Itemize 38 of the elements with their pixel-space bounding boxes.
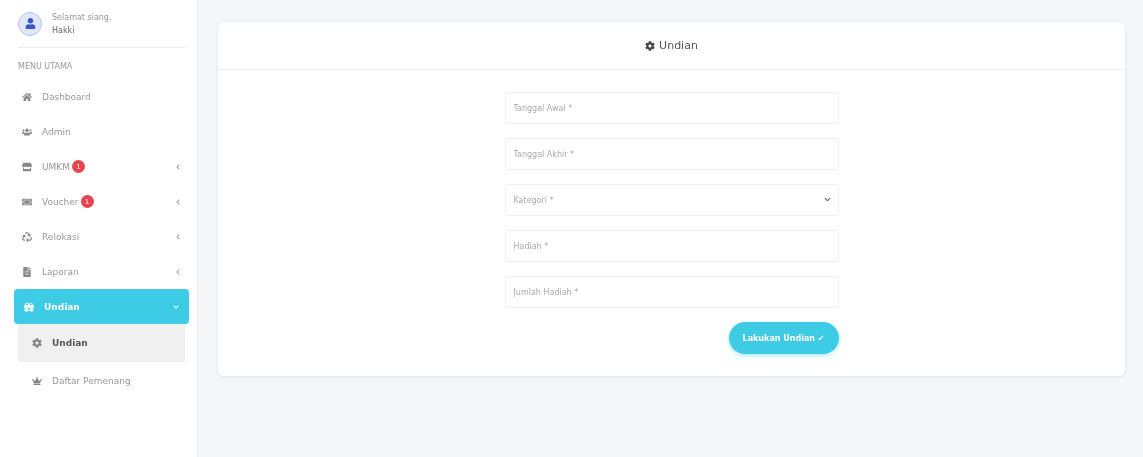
sidebar-item[interactable]: Relokasi	[18, 219, 185, 254]
submenu-label: Undian	[52, 338, 88, 348]
input-field[interactable]: Hadiah *	[504, 230, 839, 262]
recycle-icon	[22, 231, 32, 242]
sidebar-item[interactable]: Dashboard	[18, 79, 185, 114]
sidebar-item[interactable]: Laporan	[18, 254, 185, 289]
submenu-label: Daftar Pemenang	[52, 376, 131, 386]
select-field[interactable]: Kategori *	[504, 184, 839, 216]
sidebar-label: Laporan	[42, 266, 79, 277]
users-icon	[22, 126, 32, 137]
sidebar-label: Relokasi	[42, 231, 80, 242]
section-title: MENU UTAMA	[18, 62, 74, 71]
sidebar-label: Undian	[44, 301, 80, 312]
crown-icon	[32, 376, 42, 386]
gear-icon	[32, 338, 42, 348]
card-title: Undian	[659, 39, 698, 52]
house-icon	[22, 91, 32, 102]
sidebar-label: Voucher	[42, 196, 79, 207]
sidebar-label: UMKM	[42, 161, 71, 172]
document-icon	[22, 266, 32, 277]
submit-button[interactable]: Lakukan Undian ✔	[728, 322, 839, 354]
submenu-item[interactable]: Undian	[18, 324, 185, 362]
gear-icon	[645, 40, 656, 51]
sidebar-item[interactable]: Admin	[18, 114, 185, 149]
sidebar-item[interactable]: Undian	[14, 289, 189, 324]
sidebar-label: Dashboard	[42, 91, 91, 102]
greeting: Selamat siang,	[52, 11, 112, 24]
store-icon	[22, 161, 32, 172]
input-field[interactable]: Tanggal Akhir *	[504, 138, 839, 170]
input-field[interactable]: Tanggal Awal *	[504, 92, 839, 124]
user-name: Hakki	[52, 24, 76, 37]
input-field[interactable]: Jumlah Hadiah *	[504, 276, 839, 308]
chevron-icon	[823, 196, 831, 203]
sidebar-label: Admin	[42, 126, 71, 137]
submenu-item[interactable]: Daftar Pemenang	[18, 362, 185, 400]
ticket-icon	[22, 196, 32, 207]
user-icon	[24, 18, 36, 29]
gift-icon	[24, 301, 34, 312]
